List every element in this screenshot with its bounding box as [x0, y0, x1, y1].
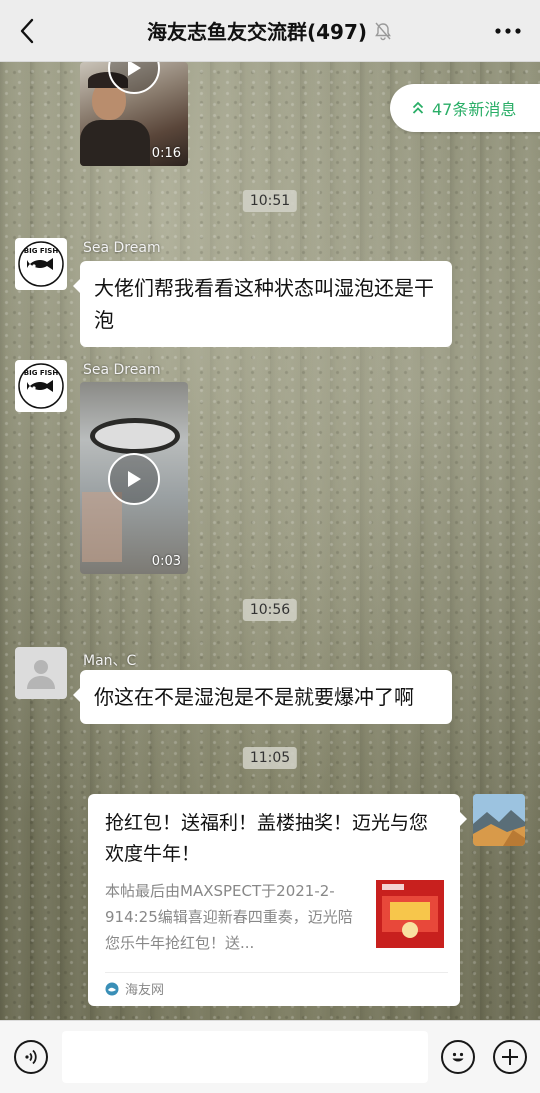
- avatar[interactable]: [15, 647, 67, 699]
- big-fish-logo-icon: BIG FISH: [18, 241, 64, 287]
- plus-button[interactable]: [493, 1040, 527, 1074]
- big-fish-logo-icon: BIG FISH: [18, 363, 64, 409]
- timestamp: 10:51: [242, 190, 298, 212]
- avatar[interactable]: BIG FISH: [15, 238, 67, 290]
- message-bubble[interactable]: 你这在不是湿泡是不是就要爆冲了啊: [73, 670, 452, 724]
- new-messages-button[interactable]: 47条新消息: [390, 84, 540, 132]
- timestamp: 10:56: [242, 599, 298, 621]
- card-divider: [105, 972, 448, 973]
- message-text: 大佬们帮我看看这种状态叫湿泡还是干泡: [94, 276, 434, 332]
- svg-text:BIG FISH: BIG FISH: [24, 247, 59, 255]
- chevron-left-icon: [20, 18, 34, 44]
- bell-off-icon: [375, 22, 391, 40]
- card-title: 抢红包！送福利！盖楼抽奖！迈光与您欢度牛年！: [105, 812, 429, 865]
- site-logo-icon: [105, 982, 119, 995]
- chat-header: 海友志鱼友交流群(497): [0, 0, 540, 62]
- card-source: 海友网: [105, 979, 164, 998]
- svg-text:BIG FISH: BIG FISH: [24, 369, 59, 377]
- video-duration: 0:16: [151, 146, 181, 161]
- new-messages-label: 47条新消息: [432, 100, 517, 119]
- input-bar: [0, 1020, 540, 1093]
- my-avatar[interactable]: [473, 794, 525, 846]
- message-bubble[interactable]: 大佬们帮我看看这种状态叫湿泡还是干泡: [73, 261, 452, 347]
- message-input[interactable]: [62, 1031, 428, 1083]
- card-source-name: 海友网: [125, 983, 165, 998]
- video-message[interactable]: 0:03: [80, 382, 188, 574]
- avatar[interactable]: BIG FISH: [15, 360, 67, 412]
- emoji-button[interactable]: [441, 1040, 475, 1074]
- chat-title: 海友志鱼友交流群(497): [146, 20, 368, 44]
- timestamp: 11:05: [242, 747, 298, 769]
- back-button[interactable]: [10, 14, 44, 48]
- landscape-avatar-icon: [473, 794, 525, 846]
- sender-name: Sea Dream: [83, 240, 161, 256]
- message-text: 你这在不是湿泡是不是就要爆冲了啊: [94, 685, 414, 709]
- sender-name: Sea Dream: [83, 362, 161, 378]
- double-chevron-up-icon: [412, 101, 424, 114]
- emoji-icon: [452, 1052, 464, 1062]
- more-button[interactable]: [490, 14, 526, 48]
- plus-icon: [502, 1049, 518, 1065]
- voice-button[interactable]: [14, 1040, 48, 1074]
- card-thumbnail: [376, 880, 444, 948]
- link-card[interactable]: 抢红包！送福利！盖楼抽奖！迈光与您欢度牛年！ 本帖最后由MAXSPECT于202…: [88, 794, 467, 1006]
- more-dots-icon: [495, 28, 521, 34]
- voice-icon: [25, 1049, 37, 1065]
- card-description: 本帖最后由MAXSPECT于2021-2-914:25编辑喜迎新春四重奏，迈光陪…: [105, 882, 353, 952]
- video-duration: 0:03: [151, 554, 181, 569]
- default-avatar-icon: [27, 660, 55, 689]
- play-icon[interactable]: [108, 453, 160, 505]
- video-message[interactable]: 0:16: [80, 62, 188, 166]
- sender-name: Man、C: [83, 653, 137, 669]
